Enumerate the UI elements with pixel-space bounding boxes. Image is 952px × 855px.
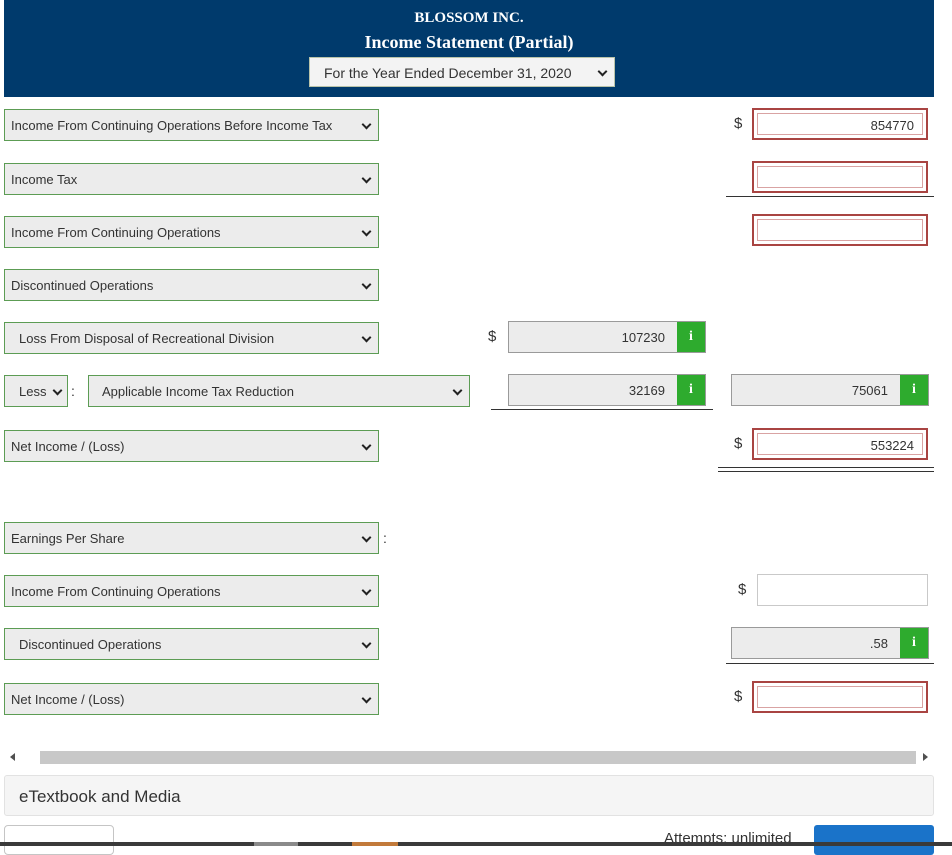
period-select-value: For the Year Ended December 31, 2020 <box>324 65 572 81</box>
chevron-down-icon <box>52 385 63 396</box>
chevron-down-icon <box>361 440 372 451</box>
row6-label-text: Applicable Income Tax Reduction <box>102 384 294 399</box>
chevron-down-icon <box>361 119 372 130</box>
row5-label-select[interactable]: Loss From Disposal of Recreational Divis… <box>4 322 379 354</box>
eps2-amount-input[interactable]: .58 i <box>731 627 929 659</box>
eps2-label-select[interactable]: Discontinued Operations <box>4 628 379 660</box>
scroll-left-arrow-icon[interactable] <box>10 753 15 761</box>
eps1-label-text: Income From Continuing Operations <box>11 584 221 599</box>
chevron-down-icon <box>361 226 372 237</box>
chevron-down-icon <box>361 585 372 596</box>
statement-header: BLOSSOM INC. Income Statement (Partial) … <box>4 0 934 97</box>
row2-label-select[interactable]: Income Tax <box>4 163 379 195</box>
eps3-dollar-sign: $ <box>734 688 743 705</box>
chevron-down-icon <box>361 332 372 343</box>
eps-label-select[interactable]: Earnings Per Share <box>4 522 379 554</box>
company-name: BLOSSOM INC. <box>414 10 524 26</box>
row6-amount-input[interactable]: 32169 i <box>508 374 706 406</box>
row6-amount-value: 32169 <box>628 383 665 398</box>
info-icon[interactable]: i <box>900 628 928 658</box>
row1-amount-input[interactable]: 854770 <box>752 108 928 140</box>
row6-underline <box>491 409 713 410</box>
eps1-label-select[interactable]: Income From Continuing Operations <box>4 575 379 607</box>
chevron-down-icon <box>361 279 372 290</box>
scrollbar-thumb[interactable] <box>40 751 916 764</box>
row6-label-select[interactable]: Applicable Income Tax Reduction <box>88 375 470 407</box>
row4-label-text: Discontinued Operations <box>11 278 154 293</box>
less-select[interactable]: Less <box>4 375 68 407</box>
etextbook-media-panel[interactable]: eTextbook and Media <box>4 775 934 816</box>
eps1-dollar-sign: $ <box>738 581 747 598</box>
eps3-label-text: Net Income / (Loss) <box>11 692 125 707</box>
eps2-label-text: Discontinued Operations <box>19 637 162 652</box>
eps2-underline <box>726 663 934 664</box>
eps-label-text: Earnings Per Share <box>11 531 125 546</box>
statement-title: Income Statement (Partial) <box>364 32 574 52</box>
row7-dollar-sign: $ <box>734 435 743 452</box>
submit-answer-button[interactable] <box>814 825 934 855</box>
eps2-amount-value: .58 <box>869 636 888 651</box>
chevron-down-icon <box>361 693 372 704</box>
chevron-down-icon <box>452 385 463 396</box>
row1-dollar-sign: $ <box>734 115 743 132</box>
row3-label-select[interactable]: Income From Continuing Operations <box>4 216 379 248</box>
row6-total-input[interactable]: 75061 i <box>731 374 929 406</box>
eps-colon: : <box>383 530 387 546</box>
period-select[interactable]: For the Year Ended December 31, 2020 <box>309 57 615 87</box>
info-icon[interactable]: i <box>677 322 705 352</box>
row2-amount-input[interactable] <box>752 161 928 193</box>
bottom-left-button[interactable] <box>4 825 114 855</box>
less-select-text: Less <box>19 384 47 399</box>
row6-total-value: 75061 <box>851 383 888 398</box>
info-icon[interactable]: i <box>677 375 705 405</box>
row2-label-text: Income Tax <box>11 172 78 187</box>
row6-colon: : <box>71 383 75 399</box>
row1-amount-value: 854770 <box>870 118 914 133</box>
eps3-amount-input[interactable] <box>752 681 928 713</box>
eps3-label-select[interactable]: Net Income / (Loss) <box>4 683 379 715</box>
etextbook-media-label: eTextbook and Media <box>19 787 181 806</box>
row7-label-select[interactable]: Net Income / (Loss) <box>4 430 379 462</box>
chevron-down-icon <box>361 638 372 649</box>
info-icon[interactable]: i <box>900 375 928 405</box>
horizontal-scrollbar[interactable] <box>4 749 934 766</box>
eps1-amount-input[interactable] <box>757 574 928 606</box>
scroll-right-arrow-icon[interactable] <box>923 753 928 761</box>
row3-amount-input[interactable] <box>752 214 928 246</box>
chevron-down-icon <box>597 66 608 77</box>
taskbar-strip <box>0 842 952 846</box>
row7-amount-value: 553224 <box>870 438 914 453</box>
row5-amount-input[interactable]: 107230 i <box>508 321 706 353</box>
row7-double-underline-bottom <box>718 471 934 472</box>
chevron-down-icon <box>361 532 372 543</box>
row1-label-select[interactable]: Income From Continuing Operations Before… <box>4 109 379 141</box>
row5-amount-value: 107230 <box>621 330 665 345</box>
chevron-down-icon <box>361 173 372 184</box>
taskbar-segment-active <box>352 842 398 846</box>
row3-label-text: Income From Continuing Operations <box>11 225 221 240</box>
row7-label-text: Net Income / (Loss) <box>11 439 125 454</box>
row7-double-underline-top <box>718 467 934 468</box>
row1-label-text: Income From Continuing Operations Before… <box>11 118 333 133</box>
row2-underline <box>726 196 934 197</box>
taskbar-segment <box>254 842 298 846</box>
row5-label-text: Loss From Disposal of Recreational Divis… <box>19 331 275 346</box>
row4-label-select[interactable]: Discontinued Operations <box>4 269 379 301</box>
row5-dollar-sign: $ <box>488 328 497 345</box>
row7-amount-input[interactable]: 553224 <box>752 428 928 460</box>
